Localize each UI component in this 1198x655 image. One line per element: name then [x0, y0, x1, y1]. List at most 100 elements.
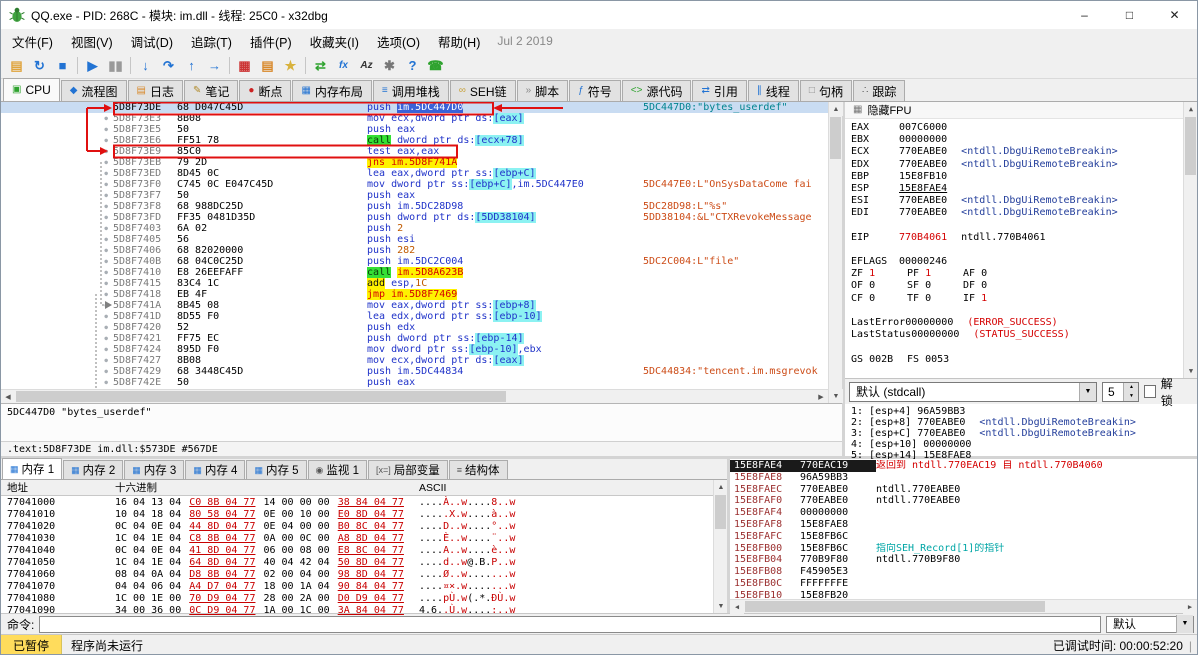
register-row[interactable]: ECX 770EABE0 <ntdll.DbgUiRemoteBreakin> [851, 146, 1197, 158]
tab-script[interactable]: » 脚本 [516, 80, 569, 101]
register-row[interactable] [851, 220, 1197, 232]
register-row[interactable]: EAX 007C6000 [851, 122, 1197, 134]
menu-item-2[interactable]: 调试(D) [122, 29, 182, 54]
disasm-row[interactable]: ● 5D8F741D 8D55 F0 lea edx,dword ptr ss:[eb… [1, 311, 828, 322]
step-out-icon[interactable]: ↑ [180, 55, 203, 76]
disasm-hscrollbar[interactable]: ◀ ▶ [1, 389, 828, 404]
disasm-row[interactable]: ● 5D8F73E5 50 push eax [1, 124, 828, 135]
dump-row[interactable]: 77041010 10 04 18 04 80 58 04 77 0E 00 10 0… [1, 509, 727, 521]
scroll-left-icon[interactable]: ◀ [1, 390, 15, 404]
breakpoint-dot[interactable]: ● [1, 124, 113, 135]
arg-count-stepper[interactable]: 5 ▲ ▼ [1102, 381, 1140, 402]
breakpoint-dot[interactable]: ● [1, 157, 113, 168]
breakpoint-dot[interactable]: ● [1, 333, 113, 344]
chevron-down-icon[interactable]: ▼ [1079, 382, 1096, 401]
register-row[interactable] [851, 341, 1197, 353]
dump-row[interactable]: 77041070 04 04 06 04 A4 D7 04 77 18 00 1A 0… [1, 581, 727, 593]
breakpoint-dot[interactable]: ● [1, 168, 113, 179]
disasm-row[interactable]: ● 5D8F7405 56 push esi [1, 234, 828, 245]
az-icon[interactable]: Az [355, 55, 378, 76]
restart-icon[interactable]: ↻ [28, 55, 51, 76]
tab-graph[interactable]: ◆ 流程图 [60, 80, 127, 101]
settings-gear-icon[interactable]: ✱ [378, 55, 401, 76]
breakpoint-dot[interactable]: ● [1, 190, 113, 201]
register-row[interactable]: CF 0 TF 0 IF 1 [851, 293, 1197, 305]
tab-symbols[interactable]: ƒ 符号 [569, 80, 621, 101]
register-row[interactable]: EDI 770EABE0 <ntdll.DbgUiRemoteBreakin> [851, 207, 1197, 219]
tab-seh[interactable]: ∞ SEH链 [449, 80, 516, 101]
breakpoint-dot[interactable]: ● [1, 344, 113, 355]
breakpoint-dot[interactable]: ● [1, 201, 113, 212]
disasm-row[interactable]: ● 5D8F73E9 85C0 test eax,eax [1, 146, 828, 157]
dump-row[interactable]: 77041090 34 00 36 00 0C D9 04 77 1A 00 1C 0… [1, 605, 727, 617]
tab-notes[interactable]: ✎ 笔记 [183, 80, 239, 101]
argument-row[interactable]: 1: [esp+4] 96A59BB3 [851, 406, 1181, 417]
breakpoint-dot[interactable]: ● [1, 366, 113, 377]
tab-watch1[interactable]: ◉ 监视 1 [307, 460, 367, 479]
register-row[interactable] [851, 244, 1197, 256]
unlock-checkbox[interactable] [1144, 385, 1156, 398]
run-to-user-icon[interactable]: → [203, 55, 226, 76]
disasm-row[interactable]: ● 5D8F742E 50 push eax [1, 377, 828, 388]
open-file-icon[interactable]: ▤ [5, 55, 28, 76]
argument-row[interactable]: 3: [esp+C] 770EABE0 <ntdll.DbgUiRemoteBre… [851, 428, 1181, 439]
stack-row[interactable]: 15E8FB04 770B9F80 ntdll.770B9F80 [730, 554, 1197, 566]
pause-icon[interactable]: ▮▮ [104, 55, 127, 76]
scroll-up-icon[interactable]: ▲ [714, 480, 728, 494]
disasm-row[interactable]: ● 5D8F73ED 8D45 0C lea eax,dword ptr ss:[eb… [1, 168, 828, 179]
scroll-down-icon[interactable]: ▼ [1184, 364, 1197, 378]
disasm-row[interactable]: ● 5D8F7420 52 push edx [1, 322, 828, 333]
breakpoint-dot[interactable]: ● [1, 234, 113, 245]
help-icon[interactable]: ? [401, 55, 424, 76]
disasm-row[interactable]: ● 5D8F7406 68 82020000 push 282 [1, 245, 828, 256]
disasm-row[interactable]: ● 5D8F740B 68 04C0C25D push im.5DC2C004 5DC2… [1, 256, 828, 267]
stack-row[interactable]: 15E8FAE8 96A59BB3 [730, 472, 1197, 484]
dump-row[interactable]: 77041040 0C 04 0E 04 41 8D 04 77 06 00 08 0… [1, 545, 727, 557]
disasm-row[interactable]: ● 5D8F7424 895D F0 mov dword ptr ss:[ebp-10… [1, 344, 828, 355]
tab-source[interactable]: <> 源代码 [621, 80, 692, 101]
breakpoint-dot[interactable]: ● [1, 146, 113, 157]
menu-item-4[interactable]: 插件(P) [241, 29, 301, 54]
stack-hscrollbar[interactable]: ◀ ▶ [730, 599, 1197, 614]
scroll-thumb[interactable] [745, 601, 1045, 612]
scroll-right-icon[interactable]: ▶ [814, 390, 828, 404]
menu-item-1[interactable]: 视图(V) [62, 29, 122, 54]
disasm-row[interactable]: ● 5D8F7427 8B08 mov ecx,dword ptr ds:[eax] [1, 355, 828, 366]
disasm-row[interactable]: ● 5D8F73DE 68 D047C45D push im.5DC447D0 5DC4… [1, 102, 828, 113]
disasm-row[interactable]: ● 5D8F73E6 FF51 78 call dword ptr ds:[ecx+7… [1, 135, 828, 146]
spin-up-icon[interactable]: ▲ [1124, 382, 1139, 392]
register-row[interactable]: OF 0 SF 0 DF 0 [851, 280, 1197, 292]
convention-select[interactable]: 默认 (stdcall) ▼ [849, 381, 1097, 402]
argument-row[interactable]: 2: [esp+8] 770EABE0 <ntdll.DbgUiRemoteBre… [851, 417, 1181, 428]
disasm-row[interactable]: ● 5D8F7403 6A 02 push 2 [1, 223, 828, 234]
disasm-vscrollbar[interactable]: ▲ ▼ [828, 102, 843, 403]
disasm-row[interactable]: ● 5D8F73F8 68 988DC25D push im.5DC28D98 5DC2… [1, 201, 828, 212]
compare-icon[interactable]: ⇄ [309, 55, 332, 76]
tab-dump4[interactable]: ▦ 内存 4 [185, 460, 246, 479]
tab-threads[interactable]: ∥ 线程 [747, 80, 799, 101]
tab-breakpoints[interactable]: ● 断点 [239, 80, 292, 101]
breakpoint-dot[interactable]: ● [1, 278, 113, 289]
stack-row[interactable]: 15E8FAF0 770EABE0 ntdll.770EABE0 [730, 495, 1197, 507]
scroll-down-icon[interactable]: ▼ [714, 599, 728, 613]
breakpoint-dot[interactable]: ● [1, 212, 113, 223]
breakpoint-dot[interactable]: ● [1, 223, 113, 234]
stack-row[interactable]: 15E8FAF4 00000000 [730, 507, 1197, 519]
breakpoint-dot[interactable]: ● [1, 245, 113, 256]
breakpoint-dot[interactable]: ● [1, 377, 113, 388]
tab-dump5[interactable]: ▦ 内存 5 [246, 460, 307, 479]
minimize-button[interactable]: – [1062, 1, 1107, 29]
tab-log[interactable]: ▤ 日志 [127, 80, 183, 101]
breakpoint-dot[interactable]: ● [1, 256, 113, 267]
breakpoint-dot[interactable]: ● [1, 289, 113, 300]
breakpoint-dot[interactable]: ● [1, 267, 113, 278]
command-input[interactable] [39, 615, 1101, 633]
spin-down-icon[interactable]: ▼ [1124, 391, 1139, 401]
disasm-row[interactable]: ● 5D8F7429 68 3448C45D push im.5DC44834 5DC4… [1, 366, 828, 377]
fpu-toggle[interactable]: ▦ 隐藏FPU [845, 102, 1197, 119]
breakpoint-dot[interactable]: ● [1, 355, 113, 366]
disasm-row[interactable]: ● 5D8F741A 8B45 08 mov eax,dword ptr ss:[eb… [1, 300, 828, 311]
scroll-down-icon[interactable]: ▼ [829, 389, 843, 403]
breakpoint-dot[interactable]: ● [1, 300, 113, 311]
tab-locals[interactable]: [x=] 局部变量 [368, 460, 448, 479]
